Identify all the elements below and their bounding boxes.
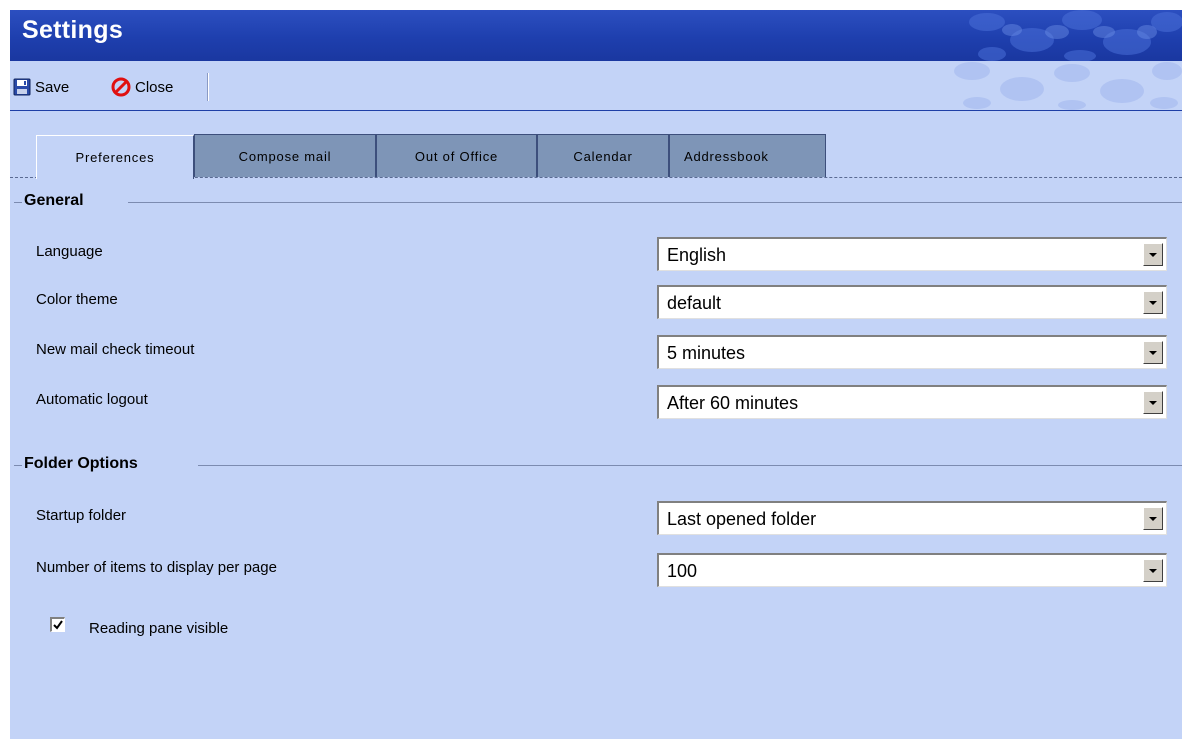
select-value: English [667, 245, 727, 265]
fieldset-border [14, 465, 22, 466]
check-icon [53, 620, 63, 630]
chevron-down-icon[interactable] [1143, 559, 1163, 582]
tab-preferences[interactable]: Preferences [36, 135, 194, 179]
chevron-down-icon[interactable] [1143, 391, 1163, 414]
tab-calendar[interactable]: Calendar [537, 134, 669, 177]
fieldset-border [14, 202, 22, 203]
close-button[interactable]: Close [111, 76, 173, 98]
language-label: Language [36, 243, 103, 260]
color-theme-label: Color theme [36, 291, 118, 308]
folder-options-legend: Folder Options [24, 455, 142, 473]
chevron-down-icon[interactable] [1143, 507, 1163, 530]
tab-label: Preferences [75, 150, 155, 165]
tab-compose-mail[interactable]: Compose mail [194, 134, 376, 177]
title-bar: Settings [10, 10, 1182, 61]
general-legend: General [24, 192, 88, 210]
toolbar: Save Close [10, 61, 1182, 111]
select-value: After 60 minutes [667, 393, 799, 413]
tab-label: Compose mail [238, 148, 332, 164]
save-button[interactable]: Save [13, 76, 69, 98]
save-label: Save [35, 78, 70, 96]
decorative-pattern-icon [969, 10, 1182, 61]
fieldset-border [198, 465, 1182, 466]
tab-out-of-office[interactable]: Out of Office [376, 134, 537, 177]
reading-pane-checkbox[interactable] [50, 617, 65, 632]
tab-addressbook[interactable]: Addressbook [669, 134, 826, 177]
automatic-logout-select[interactable]: After 60 minutes [657, 385, 1167, 419]
select-value: 5 minutes [667, 343, 746, 363]
language-select[interactable]: English [657, 237, 1167, 271]
mail-check-timeout-select[interactable]: 5 minutes [657, 335, 1167, 369]
no-entry-icon [111, 77, 131, 97]
chevron-down-icon[interactable] [1143, 243, 1163, 266]
select-value: Last opened folder [667, 509, 817, 529]
select-value: 100 [667, 561, 698, 581]
automatic-logout-label: Automatic logout [36, 391, 148, 408]
select-value: default [667, 293, 722, 313]
reading-pane-label[interactable]: Reading pane visible [89, 620, 228, 637]
fieldset-border [128, 202, 1182, 203]
chevron-down-icon[interactable] [1143, 291, 1163, 314]
tab-label: Calendar [573, 148, 633, 164]
color-theme-select[interactable]: default [657, 285, 1167, 319]
settings-window: Settings Save Close Preferences Compose … [10, 10, 1182, 739]
toolbar-separator [207, 73, 209, 101]
tab-label: Out of Office [414, 148, 499, 164]
close-label: Close [135, 78, 174, 96]
startup-folder-label: Startup folder [36, 507, 127, 524]
chevron-down-icon[interactable] [1143, 341, 1163, 364]
items-per-page-select[interactable]: 100 [657, 553, 1167, 587]
startup-folder-select[interactable]: Last opened folder [657, 501, 1167, 535]
tab-label: Addressbook [684, 148, 769, 164]
floppy-disk-icon [13, 78, 31, 96]
mail-check-timeout-label: New mail check timeout [36, 341, 195, 358]
items-per-page-label: Number of items to display per page [36, 559, 277, 576]
window-title: Settings [22, 16, 124, 44]
decorative-pattern-icon [954, 62, 1182, 110]
